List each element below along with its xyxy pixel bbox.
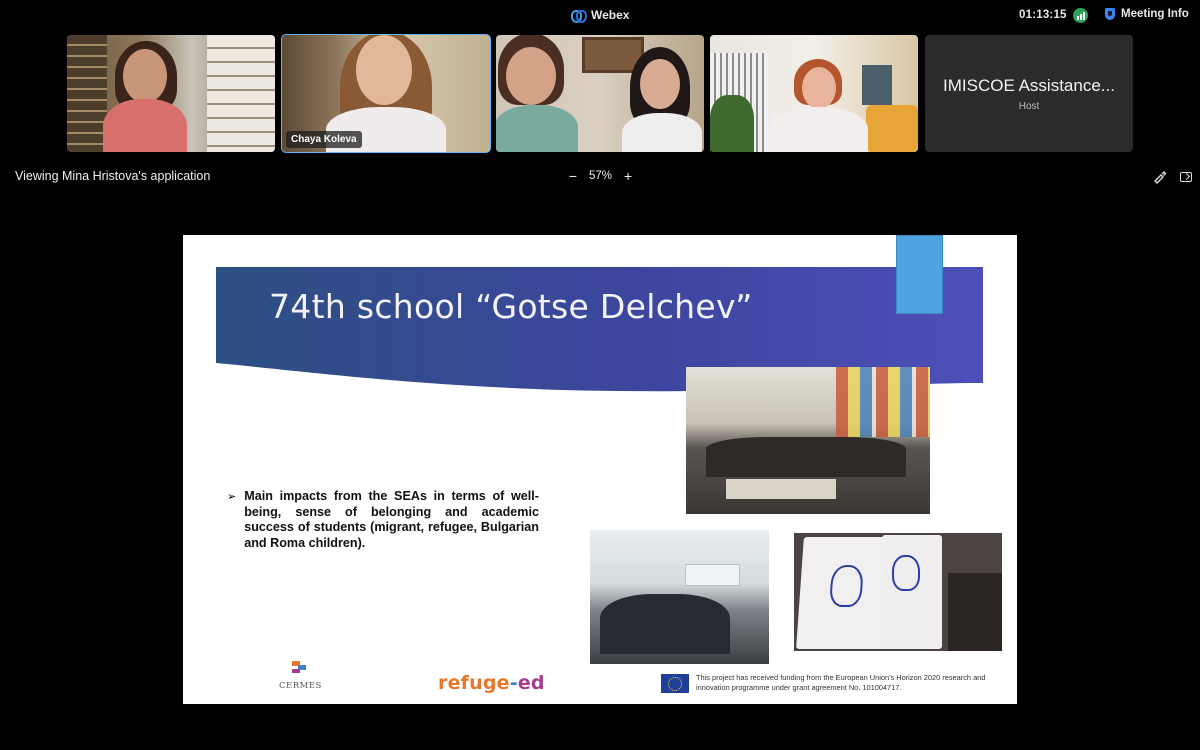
refuge-logo-ed: ed	[517, 672, 545, 694]
notebook-photo	[794, 533, 1002, 651]
top-bar: Webex 01:13:15 Meeting Info	[0, 0, 1200, 32]
slide-accent-tab	[896, 235, 943, 314]
webex-logo-icon	[571, 9, 587, 23]
cermes-logo-text: CERMES	[279, 681, 322, 691]
classroom-photo-2	[590, 530, 769, 664]
participant-video-3[interactable]	[496, 35, 704, 152]
students-group	[600, 594, 730, 654]
zoom-controls: − 57% +	[566, 168, 635, 184]
host-tile[interactable]: IMISCOE Assistance... Host	[925, 35, 1133, 152]
participant-video-1[interactable]	[67, 35, 275, 152]
viewing-label: Viewing Mina Hristova's application	[15, 169, 211, 183]
zoom-out-button[interactable]: −	[566, 168, 580, 184]
participant-face	[640, 59, 680, 109]
desk	[726, 479, 836, 499]
shield-icon	[1105, 8, 1115, 20]
signal-strength-icon[interactable]	[1073, 8, 1088, 23]
meeting-info-button[interactable]: Meeting Info	[1105, 8, 1189, 20]
refuge-ed-logo: refuge-ed	[438, 672, 545, 694]
meeting-timer: 01:13:15	[1019, 9, 1067, 21]
slide-title: 74th school “Gotse Delchev”	[269, 287, 753, 326]
eu-flag-icon	[661, 674, 689, 693]
bullet-arrow-icon: ➢	[227, 491, 237, 503]
app-name: Webex	[591, 8, 630, 22]
armchair	[866, 105, 918, 152]
zoom-level: 57%	[589, 170, 613, 182]
app-title: Webex	[571, 8, 630, 23]
whiteboard	[685, 564, 740, 586]
host-name: IMISCOE Assistance...	[943, 75, 1115, 95]
participant-body	[768, 107, 868, 152]
participant-video-4[interactable]	[710, 35, 918, 152]
participant-face	[802, 67, 836, 109]
background-students	[948, 573, 1002, 651]
host-role: Host	[1018, 100, 1040, 112]
zoom-in-button[interactable]: +	[621, 168, 635, 184]
bookshelf	[207, 35, 275, 152]
plant	[710, 95, 754, 152]
participant-face	[506, 47, 556, 105]
participant-face	[123, 49, 167, 103]
students-group	[706, 437, 906, 477]
eu-funding-notice: This project has received funding from t…	[696, 673, 986, 692]
participant-body	[496, 105, 578, 152]
classroom-photo-1	[686, 367, 930, 514]
shared-slide: 74th school “Gotse Delchev” ➢ Main impac…	[183, 235, 1017, 704]
annotate-icon[interactable]	[1153, 170, 1167, 184]
participant-name-tag: Chaya Koleva	[286, 131, 362, 148]
notebook-page-right	[882, 535, 942, 649]
webex-window: Webex 01:13:15 Meeting Info Chaya Koleva	[0, 0, 1200, 750]
participant-body	[622, 113, 702, 152]
participant-video-2[interactable]: Chaya Koleva	[281, 34, 491, 153]
meeting-info-label: Meeting Info	[1121, 8, 1189, 20]
refuge-logo-part: refuge	[438, 672, 510, 694]
participant-face	[356, 35, 412, 105]
open-in-window-icon[interactable]	[1180, 172, 1192, 182]
bullet-text: Main impacts from the SEAs in terms of w…	[244, 489, 539, 550]
notebook-page-left	[796, 537, 896, 649]
wall-picture	[862, 65, 892, 105]
bookshelf	[67, 35, 107, 152]
participant-body	[103, 99, 187, 152]
refuge-logo-dash: -	[509, 672, 518, 694]
face-sketch	[892, 555, 920, 591]
cermes-logo-icon	[292, 661, 306, 673]
wall-art	[836, 367, 930, 437]
face-sketch	[829, 565, 864, 607]
slide-bullet: ➢ Main impacts from the SEAs in terms of…	[227, 489, 539, 551]
